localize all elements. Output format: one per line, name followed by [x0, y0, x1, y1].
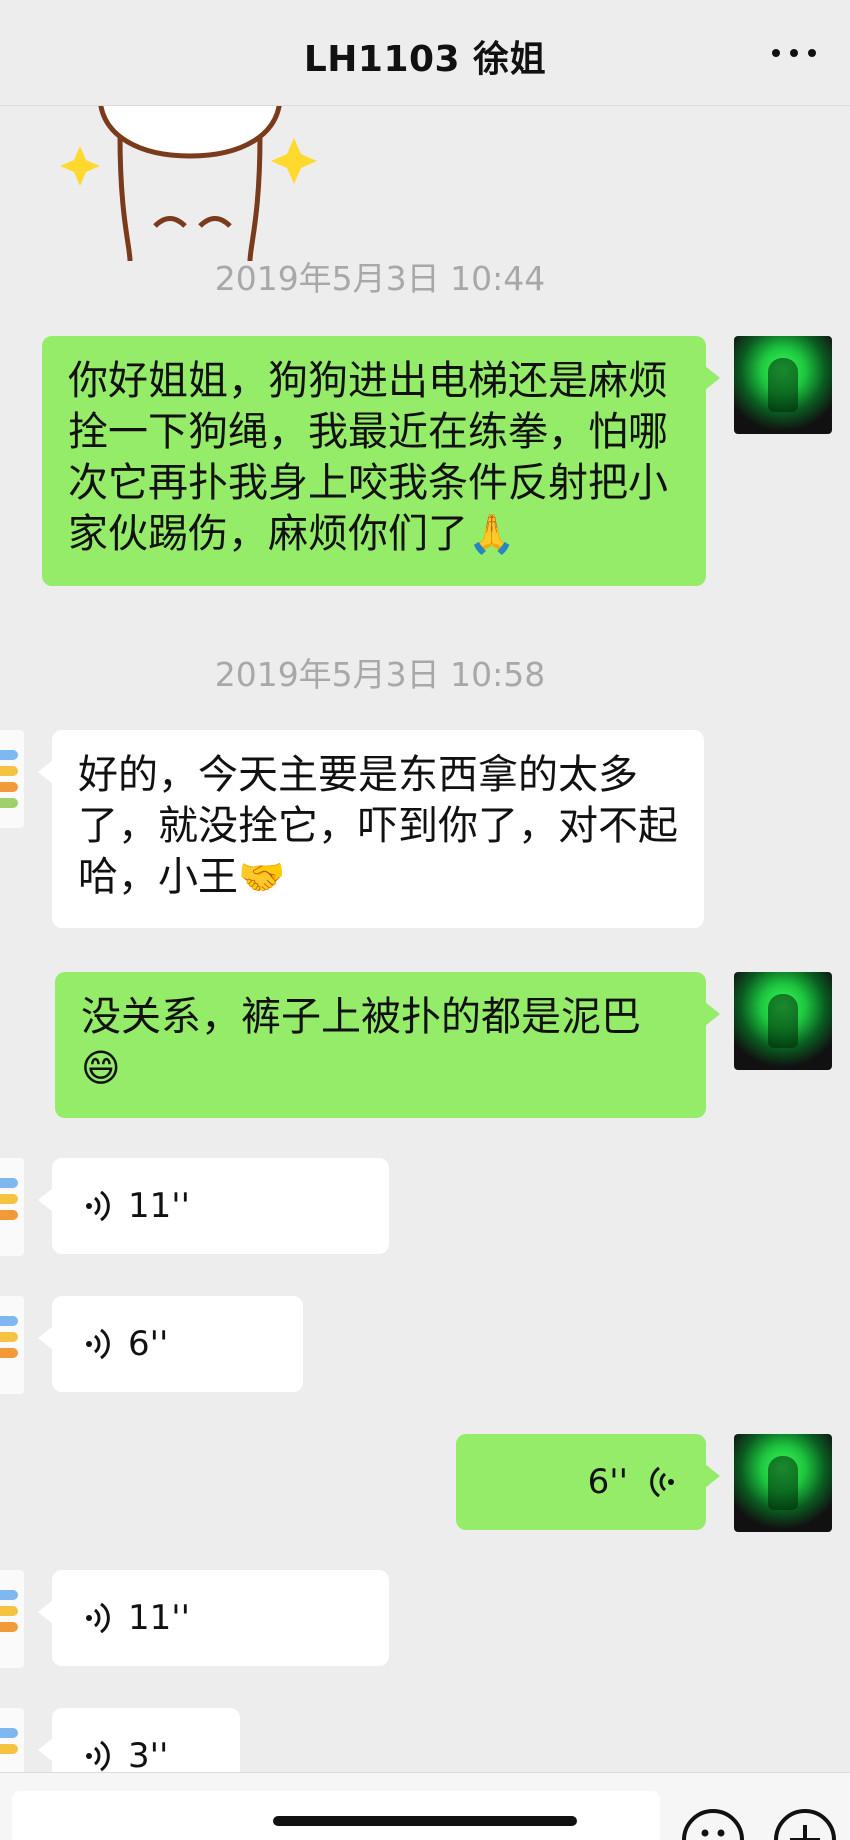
contact-avatar[interactable] — [0, 1158, 24, 1256]
message-text: 你好姐姐，狗狗进出电梯还是麻烦拴一下狗绳，我最近在练拳，怕哪次它再扑我身上咬我条… — [68, 358, 668, 557]
voice-message[interactable]: 3'' — [38, 1708, 240, 1773]
my-avatar[interactable] — [734, 972, 832, 1070]
voice-message[interactable]: 11'' — [38, 1570, 389, 1666]
input-bar — [0, 1772, 850, 1840]
timestamp: 2019年5月3日 10:58 — [214, 655, 546, 694]
voice-message[interactable]: 6'' — [38, 1296, 303, 1392]
voice-duration: 11'' — [128, 1597, 190, 1638]
chat-title: LH1103 徐姐 — [303, 39, 547, 80]
message-list[interactable]: 2019年5月3日 10:44 你好姐姐，狗狗进出电梯还是麻烦拴一下狗绳，我最近… — [0, 106, 850, 1772]
my-message-bubble[interactable]: 没关系，裤子上被扑的都是泥巴 😄 — [55, 972, 720, 1118]
voice-wave-icon — [650, 1466, 674, 1498]
emoji-face-icon[interactable] — [682, 1809, 744, 1840]
voice-wave-icon — [86, 1602, 110, 1634]
voice-duration: 6'' — [587, 1461, 628, 1502]
message-text: 没关系，裤子上被扑的都是泥巴 — [81, 994, 641, 1040]
contact-avatar[interactable] — [0, 1570, 24, 1668]
my-message-bubble[interactable]: 你好姐姐，狗狗进出电梯还是麻烦拴一下狗绳，我最近在练拳，怕哪次它再扑我身上咬我条… — [42, 336, 720, 586]
voice-duration: 11'' — [128, 1185, 190, 1226]
pray-emoji: 🙏 — [468, 512, 516, 556]
my-voice-message[interactable]: 6'' — [456, 1434, 720, 1530]
voice-wave-icon — [86, 1190, 110, 1222]
voice-duration: 6'' — [128, 1323, 169, 1364]
home-indicator — [273, 1816, 577, 1826]
timestamp: 2019年5月3日 10:44 — [214, 259, 546, 298]
contact-avatar[interactable] — [0, 730, 24, 828]
grin-emoji: 😄 — [81, 1046, 121, 1090]
voice-wave-icon — [86, 1740, 110, 1772]
message-text: 好的，今天主要是东西拿的太多了，就没拴它，吓到你了，对不起哈，小王 — [78, 752, 678, 900]
contact-avatar[interactable] — [0, 1708, 24, 1772]
chat-header: LH1103 徐姐 — [0, 0, 850, 106]
contact-avatar[interactable] — [0, 1296, 24, 1394]
handshake-emoji: 🤝 — [238, 855, 286, 899]
contact-message-bubble[interactable]: 好的，今天主要是东西拿的太多了，就没拴它，吓到你了，对不起哈，小王🤝 — [38, 730, 704, 928]
plus-circle-icon[interactable] — [774, 1809, 836, 1840]
voice-duration: 3'' — [128, 1735, 169, 1773]
my-avatar[interactable] — [734, 1434, 832, 1532]
my-avatar[interactable] — [734, 336, 832, 434]
voice-message[interactable]: 11'' — [38, 1158, 389, 1254]
more-dots-icon[interactable] — [772, 38, 816, 68]
voice-wave-icon — [86, 1328, 110, 1360]
